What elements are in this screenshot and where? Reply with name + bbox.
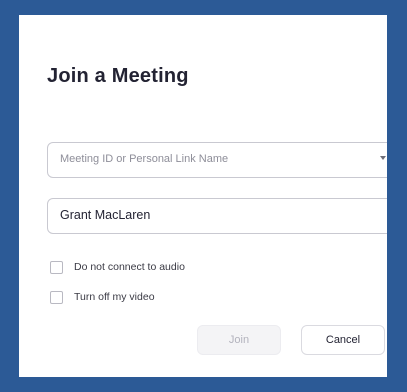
display-name-value: Grant MacLaren <box>60 208 151 222</box>
dialog-title: Join a Meeting <box>47 65 189 87</box>
cancel-button[interactable]: Cancel <box>301 325 385 355</box>
option-no-audio[interactable]: Do not connect to audio <box>50 259 185 275</box>
display-name-input[interactable]: Grant MacLaren <box>47 198 387 234</box>
join-meeting-dialog: Join a Meeting Meeting ID or Personal Li… <box>19 15 387 377</box>
video-off-checkbox[interactable] <box>50 290 63 304</box>
join-button[interactable]: Join <box>197 325 281 355</box>
option-video-off[interactable]: Turn off my video <box>50 289 155 305</box>
video-off-label[interactable]: Turn off my video <box>74 291 155 303</box>
no-audio-label[interactable]: Do not connect to audio <box>74 261 185 273</box>
meeting-id-placeholder: Meeting ID or Personal Link Name <box>60 153 229 165</box>
meeting-id-combobox[interactable]: Meeting ID or Personal Link Name <box>47 142 387 178</box>
no-audio-checkbox[interactable] <box>50 260 63 274</box>
chevron-down-icon[interactable] <box>380 156 386 160</box>
